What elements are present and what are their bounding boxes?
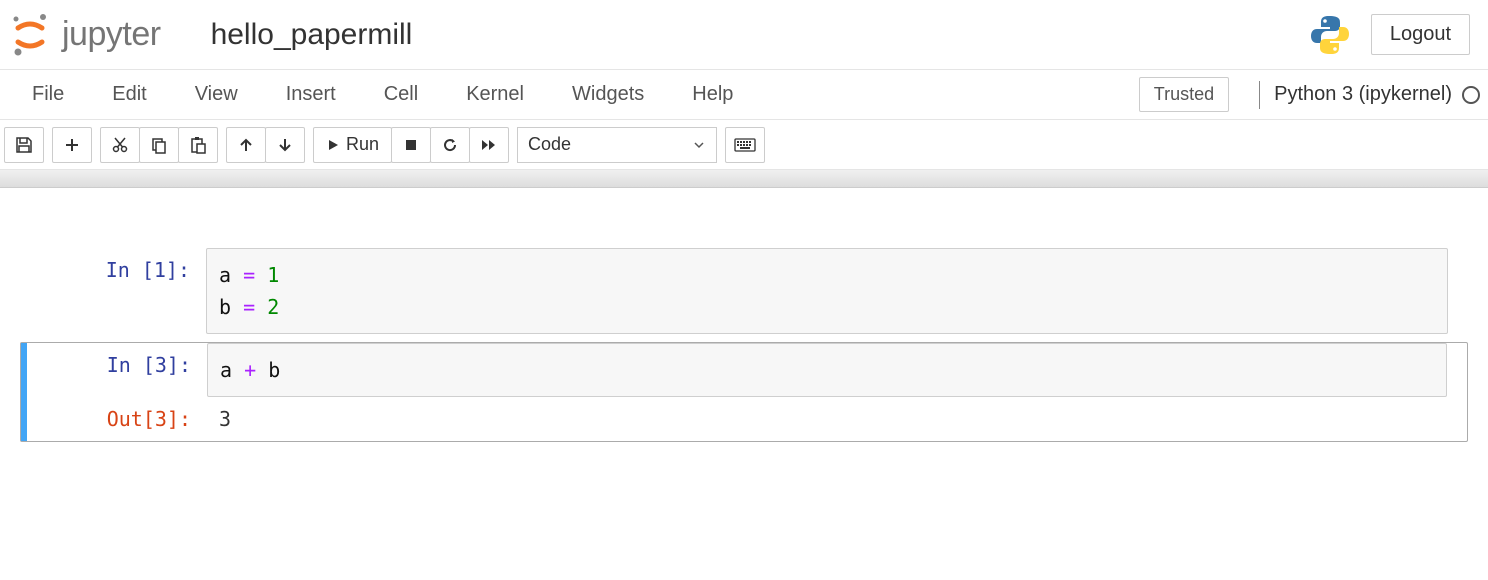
menu-view[interactable]: View: [171, 75, 262, 114]
menu-help[interactable]: Help: [668, 75, 757, 114]
code-cell[interactable]: In [1]: a = 1b = 2: [20, 248, 1468, 334]
code-input[interactable]: a + b: [207, 343, 1447, 397]
arrow-down-icon: [277, 137, 293, 153]
celltype-value: Code: [528, 134, 571, 155]
code-input[interactable]: a = 1b = 2: [206, 248, 1448, 334]
interrupt-button[interactable]: [391, 127, 431, 163]
paste-button[interactable]: [178, 127, 218, 163]
output-prompt: Out[3]:: [27, 397, 207, 441]
cut-button[interactable]: [100, 127, 140, 163]
copy-icon: [150, 136, 168, 154]
jupyter-logo-text: jupyter: [62, 15, 161, 54]
cell-output: 3: [207, 397, 1467, 441]
menu-edit[interactable]: Edit: [88, 75, 170, 114]
menubar: File Edit View Insert Cell Kernel Widget…: [0, 70, 1488, 120]
command-palette-button[interactable]: [725, 127, 765, 163]
restart-button[interactable]: [430, 127, 470, 163]
restart-icon: [442, 137, 458, 153]
insert-cell-button[interactable]: [52, 127, 92, 163]
move-down-button[interactable]: [265, 127, 305, 163]
restart-run-all-button[interactable]: [469, 127, 509, 163]
stop-icon: [404, 138, 418, 152]
save-button[interactable]: [4, 127, 44, 163]
keyboard-icon: [734, 138, 756, 152]
save-icon: [15, 136, 33, 154]
celltype-select[interactable]: Code: [517, 127, 717, 163]
trusted-button[interactable]: Trusted: [1139, 77, 1229, 112]
menu-widgets[interactable]: Widgets: [548, 75, 668, 114]
run-label: Run: [346, 134, 379, 155]
menu-cell[interactable]: Cell: [360, 75, 442, 114]
jupyter-swirl-icon: [8, 13, 52, 57]
move-up-button[interactable]: [226, 127, 266, 163]
divider: [1259, 81, 1260, 109]
logout-button[interactable]: Logout: [1371, 14, 1470, 55]
notebook-header: jupyter hello_papermill Logout: [0, 0, 1488, 70]
python-logo-icon: [1309, 14, 1351, 56]
play-icon: [326, 138, 340, 152]
scissors-icon: [111, 136, 129, 154]
toolbar: Run Code: [0, 120, 1488, 170]
jupyter-logo[interactable]: jupyter: [8, 13, 161, 57]
menu-file[interactable]: File: [8, 75, 88, 114]
arrow-up-icon: [238, 137, 254, 153]
paste-icon: [189, 136, 207, 154]
toolbar-shadow: [0, 170, 1488, 188]
menu-insert[interactable]: Insert: [262, 75, 360, 114]
kernel-idle-icon[interactable]: [1462, 86, 1480, 104]
input-prompt: In [1]:: [26, 248, 206, 334]
code-cell[interactable]: In [3]: a + b Out[3]: 3: [20, 342, 1468, 442]
run-button[interactable]: Run: [313, 127, 392, 163]
chevron-down-icon: [692, 138, 706, 152]
notebook-name[interactable]: hello_papermill: [211, 18, 413, 52]
copy-button[interactable]: [139, 127, 179, 163]
plus-icon: [64, 137, 80, 153]
input-prompt: In [3]:: [27, 343, 207, 387]
fast-forward-icon: [480, 138, 498, 152]
notebook-container: In [1]: a = 1b = 2 In [3]: a + b Out[3]:…: [0, 188, 1488, 470]
menu-kernel[interactable]: Kernel: [442, 75, 548, 114]
kernel-name[interactable]: Python 3 (ipykernel): [1274, 83, 1452, 106]
